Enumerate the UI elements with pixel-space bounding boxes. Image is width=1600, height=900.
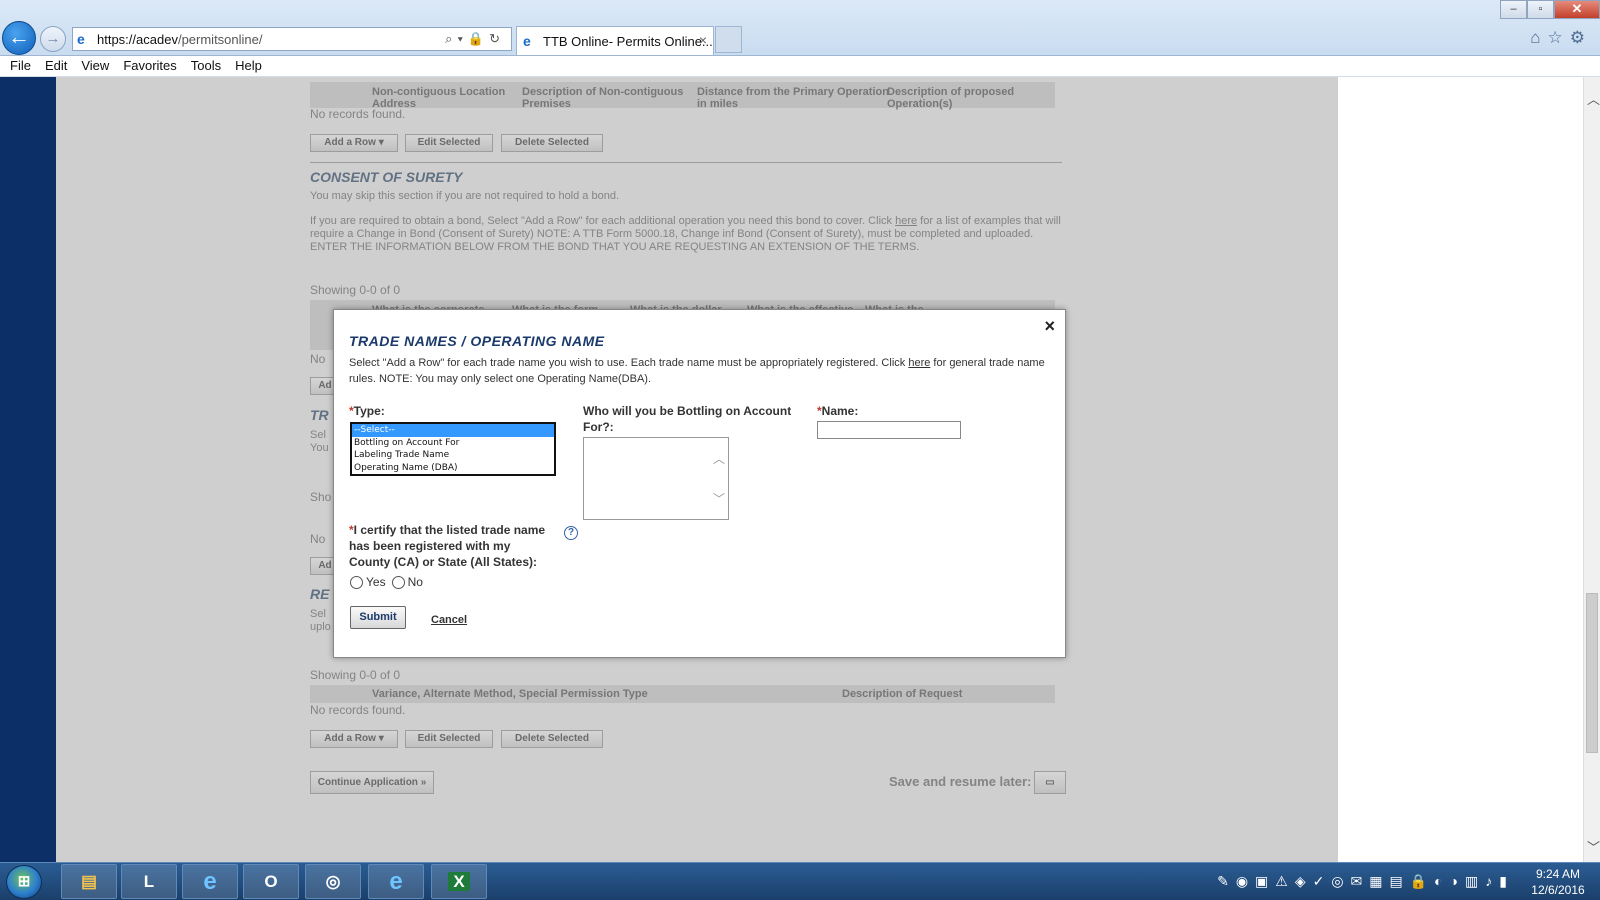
scroll-up-icon[interactable]: ︿ [1587, 89, 1600, 108]
taskbar-clock[interactable]: 9:24 AM 12/6/2016 [1528, 866, 1588, 898]
window-close-button[interactable]: ✕ [1554, 0, 1600, 19]
close-icon[interactable]: × [1044, 316, 1055, 337]
back-button[interactable]: ← [2, 21, 36, 55]
home-favorites-settings-icons[interactable]: ⌂☆⚙ [1530, 28, 1592, 48]
textarea-scroll-up-icon[interactable]: ︿ [713, 450, 725, 467]
left-navy-band [0, 77, 56, 862]
taskbar-lync-icon[interactable]: L [121, 864, 177, 899]
system-tray-icons[interactable]: ✎◉▣⚠◈✓◎✉▦▤🔒◐◑▥♪▮ [1217, 873, 1514, 890]
no-radio[interactable] [391, 575, 405, 589]
menu-file[interactable]: File [10, 56, 31, 76]
bottling-textarea[interactable]: ︿ ﹀ [583, 437, 729, 520]
bottling-label: Who will you be Bottling on Account For?… [583, 404, 792, 434]
menu-edit[interactable]: Edit [45, 56, 67, 76]
taskbar-outlook-icon[interactable]: O [243, 864, 299, 899]
textarea-scroll-down-icon[interactable]: ﹀ [713, 490, 725, 507]
trade-names-modal: × TRADE NAMES / OPERATING NAME Select "A… [333, 309, 1066, 658]
new-tab-button[interactable] [715, 26, 742, 53]
address-bar[interactable]: e https://acadev/permitsonline/ ⌕▾🔒↻ [72, 27, 512, 51]
page-scrollbar[interactable]: ︿ ﹀ [1583, 77, 1600, 862]
address-url: https://acadev/permitsonline/ [97, 32, 263, 47]
address-tools-icons[interactable]: ⌕▾🔒↻ [445, 31, 505, 47]
cancel-link[interactable]: Cancel [431, 614, 467, 626]
browser-tab[interactable]: e TTB Online- Permits Online... × [516, 26, 714, 55]
type-option-select[interactable]: --Select-- [352, 424, 554, 437]
type-option-operating[interactable]: Operating Name (DBA) [352, 462, 554, 475]
certify-label: *I certify that the listed trade name ha… [349, 523, 546, 569]
type-label: *Type: [349, 404, 385, 418]
ie-tab-icon: e [523, 33, 531, 49]
scroll-down-icon[interactable]: ﹀ [1587, 837, 1600, 856]
clock-time: 9:24 AM [1535, 867, 1581, 881]
modal-description: Select "Add a Row" for each trade name y… [349, 357, 1045, 385]
type-option-labeling[interactable]: Labeling Trade Name [352, 449, 554, 462]
yes-label: Yes [366, 575, 386, 589]
clock-date: 12/6/2016 [1531, 883, 1585, 897]
certify-radio-group: Yes No [350, 575, 423, 589]
name-label: *Name: [817, 404, 859, 418]
name-input[interactable] [817, 421, 961, 439]
menu-view[interactable]: View [81, 56, 109, 76]
menu-bar: File Edit View Favorites Tools Help [0, 56, 1600, 77]
modal-title: TRADE NAMES / OPERATING NAME [349, 333, 605, 349]
ie-page-icon: e [77, 31, 85, 47]
scroll-thumb[interactable] [1586, 593, 1598, 753]
submit-button[interactable]: Submit [350, 606, 406, 629]
type-option-bottling[interactable]: Bottling on Account For [352, 437, 554, 450]
taskbar-explorer-icon[interactable]: ▤ [61, 864, 117, 899]
window-controls: – ▫ ✕ [1500, 0, 1600, 20]
windows-taskbar: ⊞ ▤ L e O ◎ e X ✎◉▣⚠◈✓◎✉▦▤🔒◐◑▥♪▮ 9:24 AM… [0, 862, 1600, 900]
taskbar-ie-icon[interactable]: e [368, 864, 424, 899]
menu-help[interactable]: Help [235, 56, 262, 76]
tab-close-icon[interactable]: × [699, 32, 707, 48]
yes-radio[interactable] [350, 575, 363, 589]
no-label: No [407, 575, 423, 589]
taskbar-excel-icon[interactable]: X [431, 864, 487, 899]
taskbar-app-icon[interactable]: ◎ [305, 864, 361, 899]
type-listbox[interactable]: --Select-- Bottling on Account For Label… [350, 422, 556, 476]
forward-button[interactable]: → [40, 26, 66, 52]
help-icon[interactable]: ? [564, 526, 578, 540]
restore-button[interactable]: ▫ [1527, 0, 1554, 19]
menu-tools[interactable]: Tools [191, 56, 221, 76]
trade-name-rules-link[interactable]: here [908, 357, 930, 369]
start-button[interactable]: ⊞ [6, 865, 42, 899]
taskbar-ie-icon[interactable]: e [182, 864, 238, 899]
minimize-button[interactable]: – [1500, 0, 1527, 19]
browser-chrome: ← → e https://acadev/permitsonline/ ⌕▾🔒↻… [0, 0, 1600, 56]
menu-favorites[interactable]: Favorites [123, 56, 176, 76]
tab-title: TTB Online- Permits Online... [543, 34, 713, 49]
